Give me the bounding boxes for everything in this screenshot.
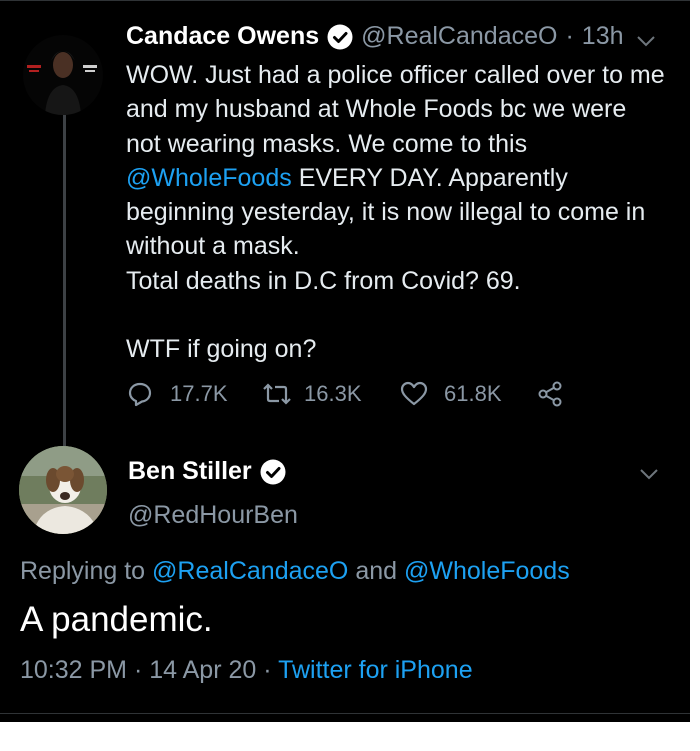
verified-badge-icon	[260, 459, 286, 485]
reply-author-name[interactable]: Ben Stiller	[128, 457, 252, 486]
retweet-button[interactable]: 16.3K	[262, 381, 400, 407]
meta-separator: ·	[263, 656, 272, 684]
tweet-time[interactable]: 13h	[582, 22, 624, 51]
reply-button[interactable]: 17.7K	[126, 380, 262, 408]
reply-author: Ben Stiller	[128, 457, 286, 486]
reply-handle[interactable]: @RedHourBen	[128, 501, 298, 530]
replying-to-line: Replying to @RealCandaceO and @WholeFood…	[20, 557, 570, 586]
reply-date[interactable]: 14 Apr 20	[149, 656, 256, 684]
tweet-line-deaths: Total deaths in D.C from Covid? 69.	[126, 266, 521, 295]
ben-avatar[interactable]	[19, 446, 107, 534]
chevron-down-icon[interactable]	[636, 34, 656, 47]
tweet-body: WOW. Just had a police officer called ov…	[126, 58, 666, 367]
like-count: 61.8K	[444, 381, 502, 406]
share-icon	[536, 380, 564, 408]
bottom-divider	[0, 713, 690, 714]
mention-wholefoods-link[interactable]: @WholeFoods	[126, 164, 292, 192]
candace-avatar-image	[23, 35, 103, 115]
top-divider	[0, 0, 690, 1]
tweet-author-name[interactable]: Candace Owens	[126, 22, 319, 51]
reply-source-link[interactable]: Twitter for iPhone	[278, 656, 473, 684]
tweet-line-wtf: WTF if going on?	[126, 335, 317, 364]
like-button[interactable]: 61.8K	[400, 381, 536, 407]
replying-and-label: and	[355, 557, 398, 585]
share-button[interactable]	[536, 380, 564, 408]
tweet-handle[interactable]: @RealCandaceO	[361, 22, 557, 51]
reply-text: A pandemic.	[20, 600, 213, 639]
tweet-paragraph-1: WOW. Just had a police officer called ov…	[126, 58, 666, 264]
header-separator: ·	[565, 22, 574, 50]
retweet-icon	[262, 381, 292, 407]
tweet-actions: 17.7K 16.3K 61.8K	[126, 380, 564, 408]
replying-to-candace-link[interactable]: @RealCandaceO	[152, 557, 348, 585]
replying-to-wholefoods-link[interactable]: @WholeFoods	[404, 557, 570, 585]
verified-badge-icon	[327, 24, 353, 50]
ben-avatar-image	[19, 446, 107, 534]
chevron-down-icon[interactable]	[639, 467, 659, 480]
meta-separator: ·	[133, 656, 143, 684]
tweet-header: Candace Owens @RealCandaceO · 13h	[126, 22, 624, 51]
reply-time[interactable]: 10:32 PM	[20, 656, 127, 684]
retweet-count: 16.3K	[304, 381, 362, 406]
heart-icon	[400, 381, 428, 407]
candace-avatar[interactable]	[23, 35, 103, 115]
tweet-text-part1: WOW. Just had a police officer called ov…	[126, 61, 665, 158]
replying-to-label: Replying to	[20, 557, 146, 585]
reply-count: 17.7K	[170, 381, 228, 406]
reply-icon	[126, 380, 154, 408]
tweet-thread: Candace Owens @RealCandaceO · 13h WOW. J…	[0, 0, 690, 722]
thread-connector-line	[63, 114, 66, 448]
reply-meta: 10:32 PM · 14 Apr 20 · Twitter for iPhon…	[20, 656, 473, 685]
